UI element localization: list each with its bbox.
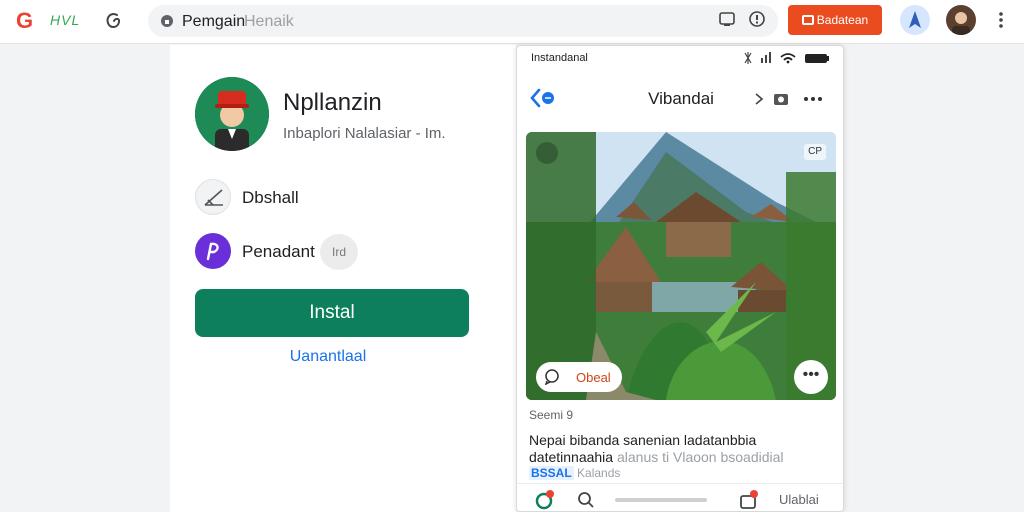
camera-icon[interactable]: [773, 91, 789, 106]
person-illustration-icon: [195, 77, 269, 151]
caption-line-2a: datetinnaahia: [529, 449, 614, 465]
post-photo[interactable]: CP Obeal •••: [526, 132, 836, 400]
address-bar[interactable]: Pemgain Henaik: [148, 5, 778, 37]
photo-more-button[interactable]: •••: [794, 360, 828, 394]
navigation-avatar-icon[interactable]: [900, 5, 930, 35]
app-subtitle: Inbaplori Nalalasiar - Im.: [283, 125, 446, 142]
more-horizontal-icon[interactable]: [803, 96, 823, 102]
header-action-button[interactable]: Badatean: [788, 5, 882, 35]
caption-line-3-text: Kalands: [577, 466, 621, 480]
home-tab-icon[interactable]: [535, 490, 555, 510]
tab-label[interactable]: Ulablai: [779, 492, 819, 507]
tab-indicator: [615, 498, 707, 502]
caption-line-3: BSSAL Kalands: [529, 466, 620, 480]
photo-badge: CP: [804, 144, 826, 160]
secondary-link[interactable]: Uanantlaal: [170, 348, 486, 366]
browser-toolbar: G HVL Pemgain Henaik Badatean: [0, 0, 1024, 44]
caption-tag[interactable]: BSSAL: [529, 466, 574, 480]
row-dbshall-label[interactable]: Dbshall: [242, 188, 299, 208]
app-title: Npllanzin: [283, 89, 382, 116]
install-button[interactable]: Instal: [195, 289, 469, 337]
chevron-right-icon[interactable]: [753, 92, 765, 106]
app-detail-panel: Npllanzin Inbaplori Nalalasiar - Im. Dbs…: [170, 45, 516, 512]
user-avatar[interactable]: [946, 5, 976, 35]
user-photo-icon: [952, 12, 970, 35]
compass-icon: [909, 11, 921, 28]
shopping-bag-icon[interactable]: [739, 490, 759, 510]
photo-back-icon[interactable]: [536, 142, 558, 164]
status-bar-title: Instandanal: [531, 52, 588, 64]
caption-line-2: datetinnaahia alanus ti Vlaoon bsoadidia…: [529, 449, 784, 465]
search-icon[interactable]: [577, 491, 595, 509]
comment-button[interactable]: Obeal: [536, 362, 622, 392]
phone-header-title: Vibandai: [648, 89, 714, 108]
app-avatar: [195, 77, 269, 151]
video-icon: [801, 15, 814, 25]
cast-icon[interactable]: [718, 10, 736, 28]
caption-meta: Seemi 9: [529, 408, 574, 422]
url-host: Pemgain: [182, 13, 246, 30]
comment-label: Obeal: [576, 370, 611, 385]
header-action-label: Badatean: [816, 13, 869, 27]
swirl-icon[interactable]: [102, 10, 124, 32]
status-icons: [744, 52, 829, 64]
p-logo-icon[interactable]: [195, 233, 231, 269]
g-logo-icon[interactable]: G: [16, 9, 40, 33]
caption-line-2b: alanus ti Vlaoon bsoadidial: [616, 449, 784, 465]
phone-preview: Instandanal Vibandai CP Obeal ••• Seemi …: [516, 45, 844, 512]
pencil-icon[interactable]: [195, 179, 231, 215]
kebab-menu-icon[interactable]: [996, 10, 1006, 30]
lock-icon: [161, 15, 173, 27]
caption-line-1: Nepai bibanda sanenian ladatanbbia: [529, 432, 757, 448]
info-icon[interactable]: [748, 10, 766, 28]
row-chip[interactable]: Ird: [320, 234, 358, 270]
url-path: Henaik: [244, 13, 294, 30]
row-penadant-label[interactable]: Penadant: [242, 242, 315, 262]
comment-bubble-icon: [544, 369, 559, 385]
bottom-tab-bar: Ulablai: [517, 483, 843, 511]
brand-text: HVL: [50, 12, 81, 28]
village-landscape-image: [526, 132, 836, 400]
